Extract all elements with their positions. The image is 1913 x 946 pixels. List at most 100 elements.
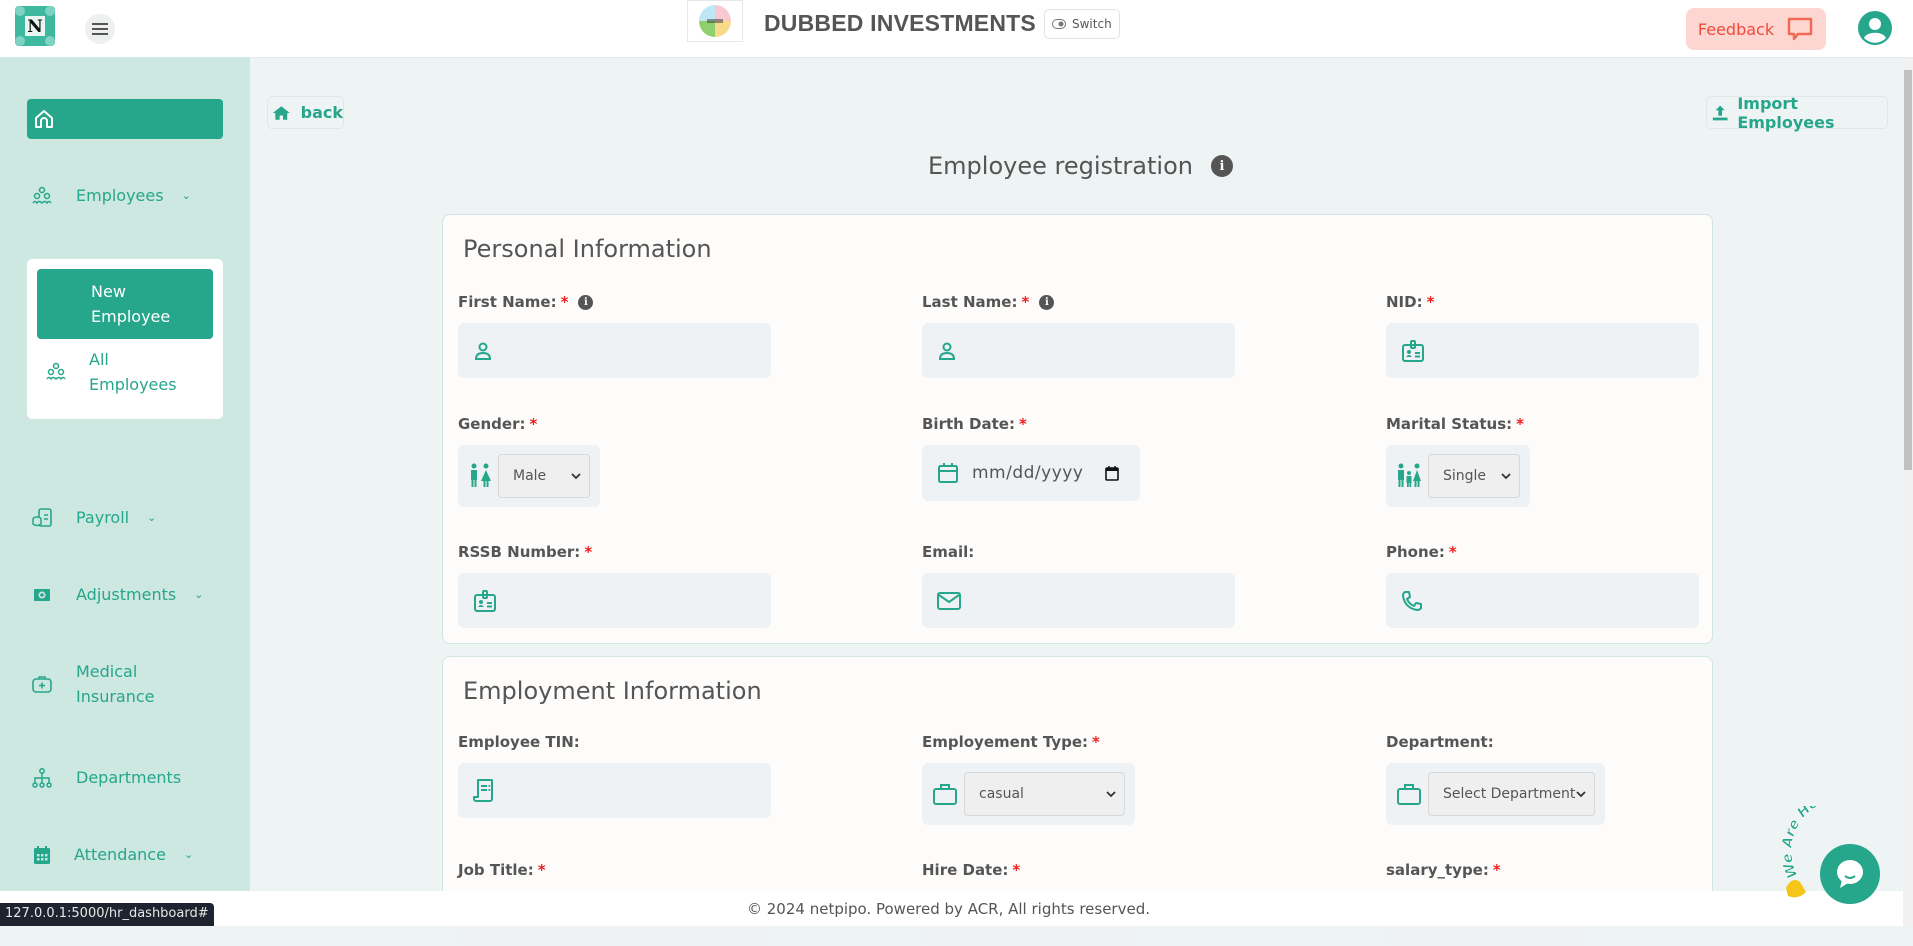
nid-input-wrap[interactable] [1386, 323, 1699, 378]
sidebar-item-label: Employees [76, 186, 164, 205]
switch-label: Switch [1072, 17, 1112, 31]
back-label: back [300, 103, 343, 122]
sidebar-home-button[interactable] [27, 99, 223, 139]
required-marker: * [529, 415, 538, 433]
upload-icon [1712, 105, 1728, 120]
required-marker: * [1012, 861, 1021, 879]
marital-status-select[interactable]: Single [1428, 454, 1520, 498]
required-marker: * [1448, 543, 1457, 561]
department-select[interactable]: Select Department [1428, 772, 1595, 816]
page-scrollbar[interactable] [1903, 58, 1913, 926]
sidebar-item-employees[interactable]: Employees ⌄ [30, 183, 191, 208]
field-label: Employement Type: [922, 733, 1089, 751]
chat-widget[interactable]: We Are Here! [1778, 806, 1903, 906]
email-input[interactable] [974, 573, 1235, 628]
page-title-text: Employee registration [928, 152, 1193, 180]
info-icon[interactable]: i [578, 295, 594, 310]
briefcase-icon [1397, 784, 1421, 805]
field-label: Hire Date: [922, 861, 1009, 879]
back-button[interactable]: back [267, 96, 344, 129]
sidebar-item-label: Departments [76, 768, 182, 787]
nid-input[interactable] [1438, 323, 1699, 378]
personal-information-card: Personal Information First Name: * i Last … [442, 214, 1713, 644]
gender-field: Gender: * Male [458, 415, 600, 507]
rssb-input[interactable] [510, 573, 771, 628]
receipt-icon [473, 778, 493, 802]
marital-status-field: Marital Status: * Single [1386, 415, 1530, 507]
birth-date-input[interactable]: mm/dd/yyyy [922, 445, 1140, 501]
phone-input[interactable] [1436, 573, 1699, 628]
field-label: Department: [1386, 733, 1494, 751]
first-name-input-wrap[interactable] [458, 323, 771, 378]
sidebar-item-label: Adjustments [76, 585, 177, 604]
employment-information-card: Employment Information Employee TIN: Emp… [442, 656, 1713, 946]
status-bar-url: 127.0.0.1:5000/hr_dashboard# [0, 903, 214, 926]
required-marker: * [537, 861, 546, 879]
marital-selected: Single [1443, 468, 1487, 484]
app-logo[interactable]: N [12, 3, 58, 49]
scrollbar-thumb[interactable] [1904, 70, 1912, 470]
footer: © 2024 netpipo. Powered by ACR, All righ… [0, 891, 1913, 926]
chevron-down-icon: ⌄ [147, 511, 157, 524]
last-name-input-wrap[interactable] [922, 323, 1235, 378]
phone-field: Phone: * [1386, 543, 1699, 628]
people-icon [30, 185, 54, 207]
top-bar: N DUBBED INVESTMENTS Switch Feedback [0, 0, 1913, 58]
import-employees-button[interactable]: Import Employees [1706, 93, 1888, 132]
sidebar: Employees ⌄ New Employee All Employees P… [0, 59, 250, 891]
user-circle-icon [1858, 11, 1892, 45]
toggle-icon [1052, 19, 1066, 29]
first-name-input[interactable] [506, 323, 771, 378]
sidebar-item-adjustments[interactable]: Adjustments ⌄ [30, 582, 203, 607]
tin-input-wrap[interactable] [458, 763, 771, 818]
employment-type-selected: casual [979, 786, 1024, 802]
date-picker-icon[interactable] [1105, 465, 1120, 481]
employment-type-select[interactable]: casual [964, 772, 1125, 816]
switch-company-button[interactable]: Switch [1044, 9, 1120, 39]
department-field: Department: Select Department [1386, 733, 1605, 825]
feedback-button[interactable]: Feedback [1686, 8, 1826, 50]
company-logo [687, 0, 743, 42]
home-icon [272, 105, 290, 120]
required-marker: * [584, 543, 593, 561]
required-marker: * [560, 293, 569, 311]
import-label: Import Employees [1737, 93, 1835, 132]
gender-icon [471, 463, 491, 487]
required-marker: * [1426, 293, 1435, 311]
birth-date-placeholder: mm/dd/yyyy [972, 463, 1084, 483]
company-name: DUBBED INVESTMENTS [764, 10, 1036, 36]
last-name-input[interactable] [970, 323, 1235, 378]
employee-tin-field: Employee TIN: [458, 733, 771, 818]
sidebar-item-payroll[interactable]: Payroll ⌄ [30, 505, 156, 530]
user-avatar[interactable] [1858, 11, 1892, 45]
rssb-input-wrap[interactable] [458, 573, 771, 628]
gender-select[interactable]: Male [498, 454, 590, 498]
info-icon[interactable]: i [1210, 155, 1233, 177]
field-label: Last Name: [922, 293, 1018, 311]
menu-toggle-button[interactable] [85, 14, 115, 44]
submenu-item-all-employees[interactable]: All Employees [45, 347, 184, 397]
submenu-item-new-employee[interactable]: New Employee [37, 269, 213, 339]
required-marker: * [1092, 733, 1100, 751]
hamburger-icon [92, 23, 108, 35]
sidebar-item-medical-insurance[interactable]: Medical Insurance [30, 659, 166, 709]
chat-bubble-icon [1787, 17, 1813, 41]
section-title: Employment Information [463, 677, 762, 705]
envelope-icon [937, 591, 961, 610]
field-label: Gender: [458, 415, 526, 433]
sidebar-item-departments[interactable]: Departments [30, 765, 181, 790]
tin-input[interactable] [508, 763, 771, 818]
phone-input-wrap[interactable] [1386, 573, 1699, 628]
birth-date-field: Birth Date: * mm/dd/yyyy [922, 415, 1140, 501]
sidebar-item-attendance[interactable]: Attendance ⌄ [30, 842, 193, 867]
field-label: First Name: [458, 293, 557, 311]
chevron-down-icon [571, 472, 581, 479]
family-icon [1398, 463, 1421, 487]
required-marker: * [1516, 415, 1524, 433]
home-icon [35, 110, 53, 128]
info-icon[interactable]: i [1039, 295, 1055, 310]
email-input-wrap[interactable] [922, 573, 1235, 628]
field-label: Marital Status: [1386, 415, 1513, 433]
svg-text:N: N [27, 17, 43, 37]
person-icon [938, 342, 956, 360]
